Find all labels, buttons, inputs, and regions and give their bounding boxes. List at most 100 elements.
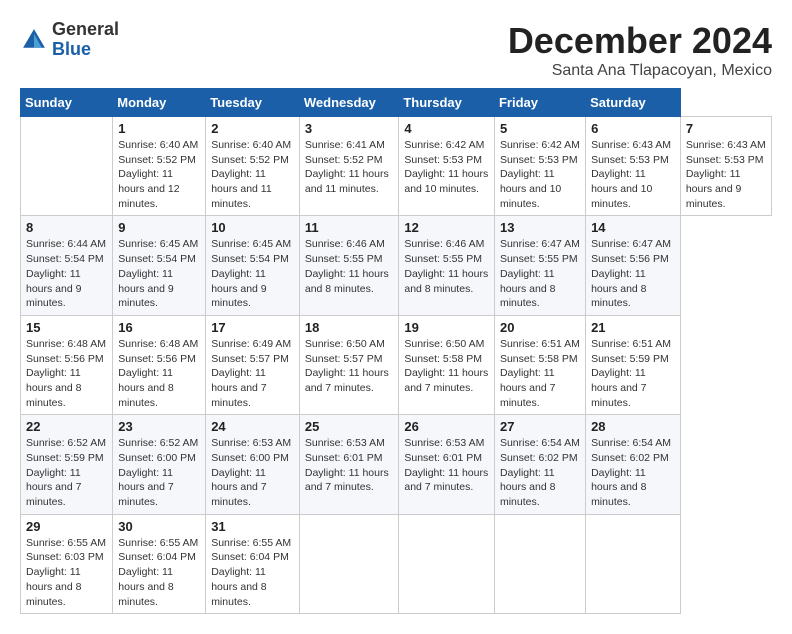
calendar-cell: 28 Sunrise: 6:54 AMSunset: 6:02 PMDayligh… [586,415,681,514]
day-info: Sunrise: 6:48 AMSunset: 5:56 PMDaylight:… [118,337,200,410]
calendar-cell: 29 Sunrise: 6:55 AMSunset: 6:03 PMDayligh… [21,514,113,613]
day-number: 21 [591,320,675,335]
day-number: 20 [500,320,580,335]
day-number: 4 [404,121,489,136]
calendar-cell: 24Sunrise: 6:53 AMSunset: 6:00 PMDayligh… [206,415,300,514]
day-info: Sunrise: 6:53 AMSunset: 6:01 PMDaylight:… [404,436,489,495]
day-number: 9 [118,220,200,235]
calendar-week-row: 15 Sunrise: 6:48 AMSunset: 5:56 PMDayligh… [21,315,772,414]
day-number: 18 [305,320,394,335]
day-number: 8 [26,220,107,235]
day-info: Sunrise: 6:53 AMSunset: 6:01 PMDaylight:… [305,436,394,495]
day-number: 26 [404,419,489,434]
calendar-cell: 19 Sunrise: 6:50 AMSunset: 5:58 PMDayligh… [399,315,495,414]
calendar-cell: 17 Sunrise: 6:49 AMSunset: 5:57 PMDayligh… [206,315,300,414]
day-number: 16 [118,320,200,335]
day-number: 17 [211,320,294,335]
calendar-cell: 5 Sunrise: 6:42 AMSunset: 5:53 PMDaylight… [494,117,585,216]
day-number: 27 [500,419,580,434]
day-info: Sunrise: 6:45 AMSunset: 5:54 PMDaylight:… [211,237,294,310]
calendar-cell: 31 Sunrise: 6:55 AMSunset: 6:04 PMDayligh… [206,514,300,613]
day-info: Sunrise: 6:49 AMSunset: 5:57 PMDaylight:… [211,337,294,410]
day-info: Sunrise: 6:43 AMSunset: 5:53 PMDaylight:… [591,138,675,211]
day-info: Sunrise: 6:40 AMSunset: 5:52 PMDaylight:… [211,138,294,211]
calendar-week-row: 29 Sunrise: 6:55 AMSunset: 6:03 PMDayligh… [21,514,772,613]
calendar-cell: 9 Sunrise: 6:45 AMSunset: 5:54 PMDaylight… [113,216,206,315]
calendar-cell: 4 Sunrise: 6:42 AMSunset: 5:53 PMDaylight… [399,117,495,216]
calendar-cell: 25 Sunrise: 6:53 AMSunset: 6:01 PMDayligh… [299,415,399,514]
calendar-cell: 18 Sunrise: 6:50 AMSunset: 5:57 PMDayligh… [299,315,399,414]
day-info: Sunrise: 6:51 AMSunset: 5:59 PMDaylight:… [591,337,675,410]
day-number: 2 [211,121,294,136]
day-info: Sunrise: 6:51 AMSunset: 5:58 PMDaylight:… [500,337,580,410]
month-title: December 2024 [508,20,772,62]
logo-general: General [52,19,119,39]
calendar-cell [399,514,495,613]
day-info: Sunrise: 6:48 AMSunset: 5:56 PMDaylight:… [26,337,107,410]
calendar-cell: 8 Sunrise: 6:44 AMSunset: 5:54 PMDaylight… [21,216,113,315]
calendar-cell [299,514,399,613]
day-number: 19 [404,320,489,335]
column-header-friday: Friday [494,89,585,117]
calendar-cell: 3 Sunrise: 6:41 AMSunset: 5:52 PMDaylight… [299,117,399,216]
calendar-cell: 22 Sunrise: 6:52 AMSunset: 5:59 PMDayligh… [21,415,113,514]
day-number: 6 [591,121,675,136]
day-number: 29 [26,519,107,534]
logo-icon [20,26,48,54]
day-info: Sunrise: 6:52 AMSunset: 6:00 PMDaylight:… [118,436,200,509]
day-number: 28 [591,419,675,434]
day-number: 23 [118,419,200,434]
calendar-cell: 21 Sunrise: 6:51 AMSunset: 5:59 PMDayligh… [586,315,681,414]
day-number: 12 [404,220,489,235]
logo-text: General Blue [52,20,119,60]
day-number: 14 [591,220,675,235]
day-number: 7 [686,121,766,136]
day-info: Sunrise: 6:55 AMSunset: 6:03 PMDaylight:… [26,536,107,609]
day-number: 31 [211,519,294,534]
day-info: Sunrise: 6:44 AMSunset: 5:54 PMDaylight:… [26,237,107,310]
day-info: Sunrise: 6:45 AMSunset: 5:54 PMDaylight:… [118,237,200,310]
column-header-thursday: Thursday [399,89,495,117]
day-number: 22 [26,419,107,434]
day-info: Sunrise: 6:41 AMSunset: 5:52 PMDaylight:… [305,138,394,197]
calendar-week-row: 1 Sunrise: 6:40 AMSunset: 5:52 PMDaylight… [21,117,772,216]
column-header-saturday: Saturday [586,89,681,117]
logo-blue: Blue [52,39,91,59]
day-info: Sunrise: 6:55 AMSunset: 6:04 PMDaylight:… [118,536,200,609]
calendar-cell: 7Sunrise: 6:43 AMSunset: 5:53 PMDaylight… [680,117,771,216]
day-info: Sunrise: 6:52 AMSunset: 5:59 PMDaylight:… [26,436,107,509]
day-info: Sunrise: 6:42 AMSunset: 5:53 PMDaylight:… [500,138,580,211]
day-info: Sunrise: 6:50 AMSunset: 5:57 PMDaylight:… [305,337,394,396]
day-info: Sunrise: 6:54 AMSunset: 6:02 PMDaylight:… [591,436,675,509]
calendar-cell: 10 Sunrise: 6:45 AMSunset: 5:54 PMDayligh… [206,216,300,315]
calendar-week-row: 8 Sunrise: 6:44 AMSunset: 5:54 PMDaylight… [21,216,772,315]
column-header-wednesday: Wednesday [299,89,399,117]
day-number: 1 [118,121,200,136]
day-info: Sunrise: 6:46 AMSunset: 5:55 PMDaylight:… [404,237,489,296]
day-info: Sunrise: 6:54 AMSunset: 6:02 PMDaylight:… [500,436,580,509]
calendar-cell: 1Sunrise: 6:40 AMSunset: 5:52 PMDaylight… [113,117,206,216]
day-number: 15 [26,320,107,335]
calendar-cell: 20 Sunrise: 6:51 AMSunset: 5:58 PMDayligh… [494,315,585,414]
day-info: Sunrise: 6:53 AMSunset: 6:00 PMDaylight:… [211,436,294,509]
day-info: Sunrise: 6:42 AMSunset: 5:53 PMDaylight:… [404,138,489,197]
calendar-cell [21,117,113,216]
calendar-cell: 30Sunrise: 6:55 AMSunset: 6:04 PMDayligh… [113,514,206,613]
day-number: 3 [305,121,394,136]
day-number: 5 [500,121,580,136]
day-number: 10 [211,220,294,235]
calendar-cell: 23 Sunrise: 6:52 AMSunset: 6:00 PMDayligh… [113,415,206,514]
calendar-cell [494,514,585,613]
day-number: 25 [305,419,394,434]
day-info: Sunrise: 6:55 AMSunset: 6:04 PMDaylight:… [211,536,294,609]
column-header-tuesday: Tuesday [206,89,300,117]
location-title: Santa Ana Tlapacoyan, Mexico [508,62,772,80]
logo: General Blue [20,20,119,60]
day-info: Sunrise: 6:50 AMSunset: 5:58 PMDaylight:… [404,337,489,396]
day-number: 13 [500,220,580,235]
column-header-sunday: Sunday [21,89,113,117]
calendar-cell: 12 Sunrise: 6:46 AMSunset: 5:55 PMDayligh… [399,216,495,315]
calendar-cell: 15 Sunrise: 6:48 AMSunset: 5:56 PMDayligh… [21,315,113,414]
calendar-cell: 6 Sunrise: 6:43 AMSunset: 5:53 PMDaylight… [586,117,681,216]
calendar-cell: 16 Sunrise: 6:48 AMSunset: 5:56 PMDayligh… [113,315,206,414]
